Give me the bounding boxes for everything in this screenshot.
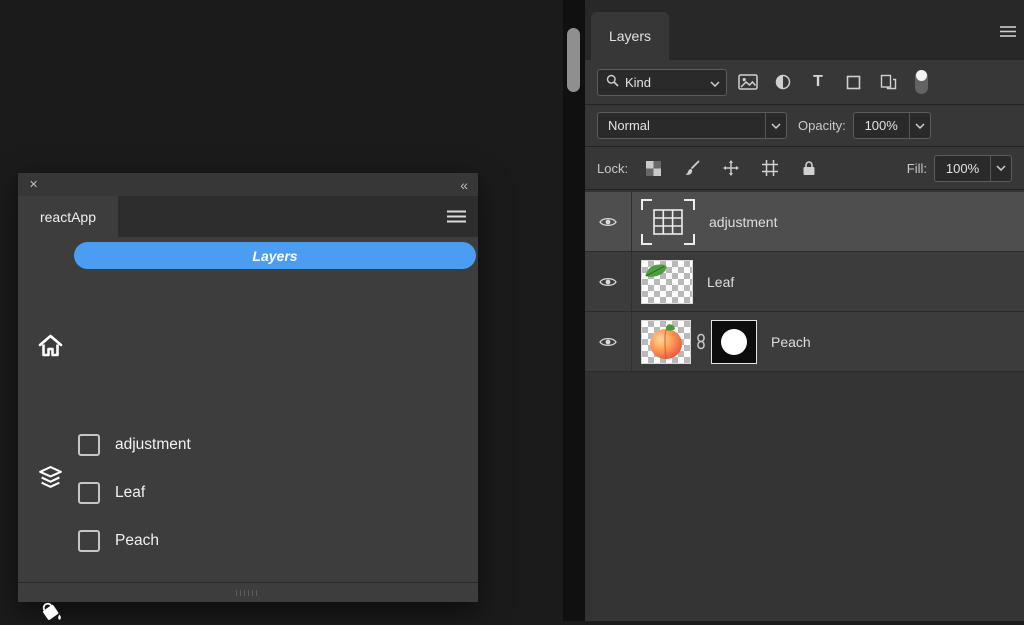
home-icon[interactable]	[36, 331, 64, 359]
scrollbar-thumb[interactable]	[567, 28, 580, 92]
kind-filter-dropdown[interactable]: Kind	[597, 68, 727, 96]
lock-label: Lock:	[597, 160, 629, 176]
layer-row-peach[interactable]: Peach	[585, 312, 1024, 372]
fill-dropdown[interactable]: 100%	[934, 154, 1012, 182]
visibility-eye-icon[interactable]	[585, 312, 632, 371]
layers-panel-header: Layers	[585, 0, 1024, 60]
panel-options-menu-icon[interactable]	[1000, 24, 1016, 42]
lock-all-button[interactable]	[795, 154, 823, 182]
layer-row-adjustment[interactable]: adjustment	[585, 192, 1024, 252]
filter-type-layers-button[interactable]: T	[804, 68, 832, 96]
peach-layer-thumbnail[interactable]	[641, 319, 691, 364]
fill-value: 100%	[945, 160, 980, 176]
leaf-layer-thumbnail[interactable]	[641, 259, 693, 304]
opacity-value: 100%	[864, 118, 898, 133]
layer-name[interactable]: adjustment	[709, 214, 777, 230]
chevron-down-icon	[710, 75, 720, 90]
layers-panel: Layers Kind T Normal Opacity: 100% Lock:…	[585, 0, 1024, 621]
filter-adjustment-layers-button[interactable]	[769, 68, 797, 96]
visibility-eye-icon[interactable]	[585, 252, 632, 311]
lock-image-pixels-button[interactable]	[678, 154, 706, 182]
kind-filter-value: Kind	[625, 74, 652, 90]
checkbox-row-peach: Peach	[78, 517, 458, 565]
filter-pixel-layers-button[interactable]	[734, 68, 762, 96]
plugin-tab-row: reactApp	[18, 196, 478, 237]
blend-mode-dropdown[interactable]: Normal	[597, 112, 787, 139]
panel-menu-icon[interactable]	[447, 210, 466, 228]
layer-name[interactable]: Leaf	[707, 274, 734, 290]
layer-checkbox-list: adjustment Leaf Peach	[78, 421, 458, 565]
checkbox-label: Peach	[115, 532, 159, 549]
checkbox-label: adjustment	[115, 436, 191, 453]
layers-header-pill[interactable]: Layers	[74, 242, 476, 269]
mask-circle-shape	[721, 328, 747, 355]
opacity-dropdown[interactable]: 100%	[852, 112, 931, 139]
plugin-panel: ✕ « reactApp Layers adjustment Leaf Peac…	[18, 173, 478, 620]
layer-mask-thumbnail[interactable]	[711, 319, 757, 364]
lock-transparent-pixels-button[interactable]	[639, 154, 667, 182]
opacity-label: Opacity:	[798, 118, 846, 133]
blend-mode-value: Normal	[608, 118, 650, 133]
collapse-icon[interactable]: «	[460, 177, 468, 193]
adjustment-layer-thumbnail[interactable]	[641, 198, 695, 245]
checkbox-peach[interactable]	[78, 530, 100, 552]
filter-smart-objects-button[interactable]	[874, 68, 902, 96]
lock-position-button[interactable]	[717, 154, 745, 182]
chevron-down-icon	[908, 113, 930, 138]
mask-link-icon[interactable]	[693, 333, 709, 350]
layer-name[interactable]: Peach	[771, 334, 811, 350]
fill-label: Fill:	[906, 160, 927, 176]
resize-grip[interactable]	[236, 589, 260, 596]
chevron-down-icon	[765, 113, 786, 138]
filtering-toggle-switch[interactable]	[915, 70, 928, 94]
plugin-titlebar: ✕ «	[18, 173, 478, 196]
checkbox-leaf[interactable]	[78, 482, 100, 504]
layer-row-leaf[interactable]: Leaf	[585, 252, 1024, 312]
checkbox-row-leaf: Leaf	[78, 469, 458, 517]
checkbox-row-adjustment: adjustment	[78, 421, 458, 469]
close-icon[interactable]: ✕	[29, 178, 38, 191]
checkbox-adjustment[interactable]	[78, 434, 100, 456]
lock-artboard-button[interactable]	[756, 154, 784, 182]
tab-reactapp[interactable]: reactApp	[18, 196, 118, 237]
lock-row: Lock: Fill: 100%	[585, 147, 1024, 190]
plugin-footer	[18, 582, 478, 602]
filter-row: Kind T	[585, 60, 1024, 105]
filter-shape-layers-button[interactable]	[839, 68, 867, 96]
blend-row: Normal Opacity: 100%	[585, 105, 1024, 147]
chevron-down-icon	[990, 155, 1011, 181]
layers-stack-icon[interactable]	[36, 463, 64, 491]
search-icon	[606, 74, 619, 90]
plugin-body: Layers adjustment Leaf Peach	[18, 237, 478, 620]
layer-list: adjustment Leaf Peach	[585, 192, 1024, 621]
checkbox-label: Leaf	[115, 484, 146, 501]
visibility-eye-icon[interactable]	[585, 192, 632, 251]
tab-layers[interactable]: Layers	[591, 12, 669, 60]
panel-gutter	[563, 0, 585, 621]
